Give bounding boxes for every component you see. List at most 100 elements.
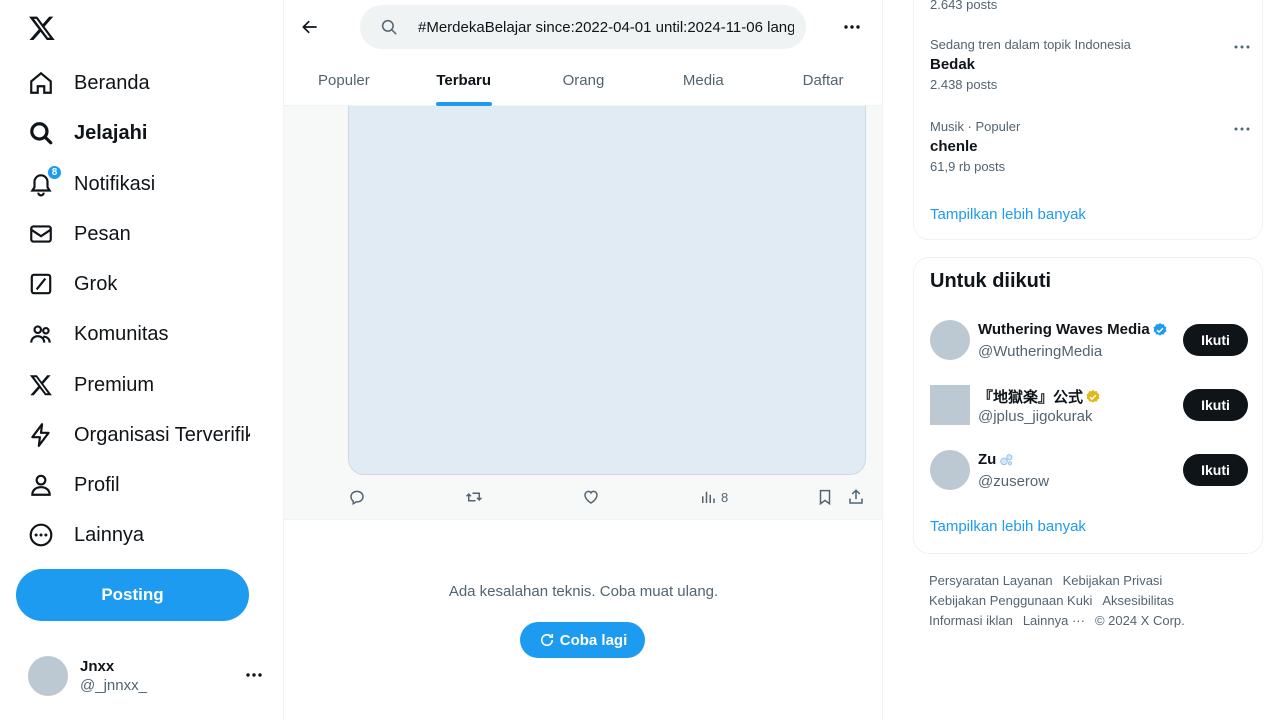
nav-item-premium[interactable]: Premium — [28, 365, 268, 405]
verified-badge-icon — [1153, 322, 1167, 336]
nav-label: Grok — [74, 272, 118, 295]
follow-suggestion[interactable]: Zu @zuserow Ikuti — [930, 449, 1248, 491]
more-horizontal-icon[interactable] — [842, 17, 862, 37]
nav-item-grok[interactable]: Grok — [28, 264, 268, 304]
trend-item[interactable]: Sedang tren dalam topik Indonesia Bedak … — [930, 37, 1250, 92]
trends-show-more-link[interactable]: Tampilkan lebih banyak — [930, 206, 1086, 223]
repost-icon — [465, 492, 483, 502]
search-tabs: Populer Terbaru Orang Media Daftar — [284, 58, 882, 106]
footer-link[interactable]: Persyaratan Layanan — [929, 573, 1053, 588]
more-horizontal-icon[interactable] — [244, 665, 264, 685]
footer-link[interactable]: Informasi iklan — [929, 613, 1013, 628]
nav-label: Profil — [74, 473, 120, 496]
nav-label: Premium — [74, 373, 155, 396]
bookmark-icon — [819, 489, 831, 506]
heart-icon — [584, 490, 598, 504]
follow-handle: @zuserow — [978, 473, 1050, 490]
left-sidebar: Beranda Jelajahi 8 Notifikasi Pesan Grok… — [0, 0, 284, 720]
trend-item[interactable]: Musik · Populer chenle 61,9 rb posts — [930, 119, 1250, 174]
people-icon — [28, 321, 54, 347]
follow-name: 『地獄楽』公式 — [978, 386, 1101, 407]
search-input[interactable]: #MerdekaBelajar since:2022-04-01 until:2… — [418, 19, 794, 36]
nav-label: Beranda — [74, 71, 150, 94]
account-name: Jnxx — [80, 658, 115, 675]
nav-item-organisasi-terverifikasi[interactable]: Organisasi Terverifikasi — [28, 415, 268, 455]
avatar — [930, 320, 970, 360]
tweet-media[interactable] — [348, 90, 866, 475]
nav-label: Organisasi Terverifikasi — [74, 423, 250, 446]
main-column: 8 #MerdekaBelajar since:2022-04-01 until… — [284, 0, 883, 720]
gold-verified-badge-icon — [1086, 389, 1100, 403]
person-icon — [28, 472, 54, 498]
footer-link[interactable]: Kebijakan Privasi — [1063, 573, 1163, 588]
follow-button[interactable]: Ikuti — [1183, 324, 1248, 356]
retry-button[interactable]: Coba lagi — [520, 622, 645, 658]
bell-icon: 8 — [28, 165, 62, 197]
refresh-icon — [540, 633, 553, 647]
copyright: © 2024 X Corp. — [1094, 613, 1185, 628]
grok-icon — [28, 271, 54, 297]
mail-icon — [28, 221, 54, 247]
reply-icon — [350, 490, 364, 506]
nav-item-jelajahi[interactable]: Jelajahi — [28, 113, 268, 153]
follow-button[interactable]: Ikuti — [1183, 389, 1248, 421]
trends-card: 2.643 posts Sedang tren dalam topik Indo… — [913, 0, 1263, 240]
nav-item-pesan[interactable]: Pesan — [28, 214, 268, 254]
follow-name: Zu — [978, 451, 1014, 468]
nav-item-komunitas[interactable]: Komunitas — [28, 314, 268, 354]
follow-button[interactable]: Ikuti — [1183, 454, 1248, 486]
account-handle: @_jnnxx_ — [80, 677, 147, 694]
search-header: #MerdekaBelajar since:2022-04-01 until:2… — [284, 0, 882, 106]
nav-label: Lainnya — [74, 523, 145, 546]
nav-item-lainnya[interactable]: Lainnya — [28, 515, 268, 555]
share-button[interactable] — [847, 486, 865, 508]
notification-badge: 8 — [47, 165, 62, 180]
analytics-icon — [702, 491, 715, 503]
bookmark-button[interactable] — [816, 486, 834, 508]
follow-show-more-link[interactable]: Tampilkan lebih banyak — [930, 518, 1086, 535]
avatar — [930, 450, 970, 490]
follow-suggestion[interactable]: Wuthering Waves Media @WutheringMedia Ik… — [930, 319, 1248, 361]
right-sidebar: 2.643 posts Sedang tren dalam topik Indo… — [883, 0, 1280, 720]
tweet-actions: 8 — [348, 486, 866, 508]
views-count: 8 — [721, 489, 729, 505]
footer-link[interactable]: Kebijakan Penggunaan Kuki — [929, 593, 1092, 608]
reply-button[interactable] — [348, 486, 366, 508]
footer-links: Persyaratan Layanan Kebijakan Privasi Keb… — [929, 571, 1259, 631]
error-message: Ada kesalahan teknis. Coba muat ulang. — [448, 583, 719, 600]
tab-orang[interactable]: Orang — [524, 58, 644, 106]
tab-media[interactable]: Media — [643, 58, 763, 106]
tab-populer[interactable]: Populer — [284, 58, 404, 106]
footer-link[interactable]: Lainnya ··· — [1023, 613, 1085, 628]
home-icon — [28, 70, 54, 96]
follow-suggestion[interactable]: 『地獄楽』公式 @jplus_jigokurak Ikuti — [930, 384, 1248, 426]
more-horizontal-icon[interactable] — [1232, 119, 1252, 139]
views-button[interactable]: 8 — [699, 486, 728, 508]
back-arrow-icon[interactable] — [298, 14, 322, 40]
nav-item-notifikasi[interactable]: 8 Notifikasi — [28, 164, 268, 204]
follow-name: Wuthering Waves Media — [978, 321, 1168, 338]
x-logo-icon[interactable] — [28, 14, 56, 42]
repost-button[interactable] — [465, 486, 483, 508]
tab-active-indicator — [435, 102, 492, 106]
tab-daftar[interactable]: Daftar — [763, 58, 882, 106]
like-button[interactable] — [582, 486, 600, 508]
follow-handle: @jplus_jigokurak — [978, 408, 1093, 425]
trend-count: 2.643 posts — [930, 0, 998, 12]
tab-terbaru[interactable]: Terbaru — [404, 58, 524, 106]
post-button[interactable]: Posting — [16, 569, 249, 621]
nav-label: Pesan — [74, 222, 131, 245]
nav-item-beranda[interactable]: Beranda — [28, 63, 268, 103]
more-circle-icon — [28, 522, 54, 548]
footer-link[interactable]: Aksesibilitas — [1102, 593, 1174, 608]
account-switcher[interactable]: Jnxx @_jnnxx_ — [28, 655, 268, 697]
avatar — [28, 656, 68, 696]
more-horizontal-icon[interactable] — [1232, 37, 1252, 57]
follow-handle: @WutheringMedia — [978, 343, 1103, 360]
share-icon — [849, 489, 863, 504]
nav-item-profil[interactable]: Profil — [28, 465, 268, 505]
avatar — [930, 385, 970, 425]
search-bar[interactable]: #MerdekaBelajar since:2022-04-01 until:2… — [360, 5, 806, 49]
nav-label: Jelajahi — [74, 121, 148, 144]
lightning-icon — [28, 422, 54, 448]
